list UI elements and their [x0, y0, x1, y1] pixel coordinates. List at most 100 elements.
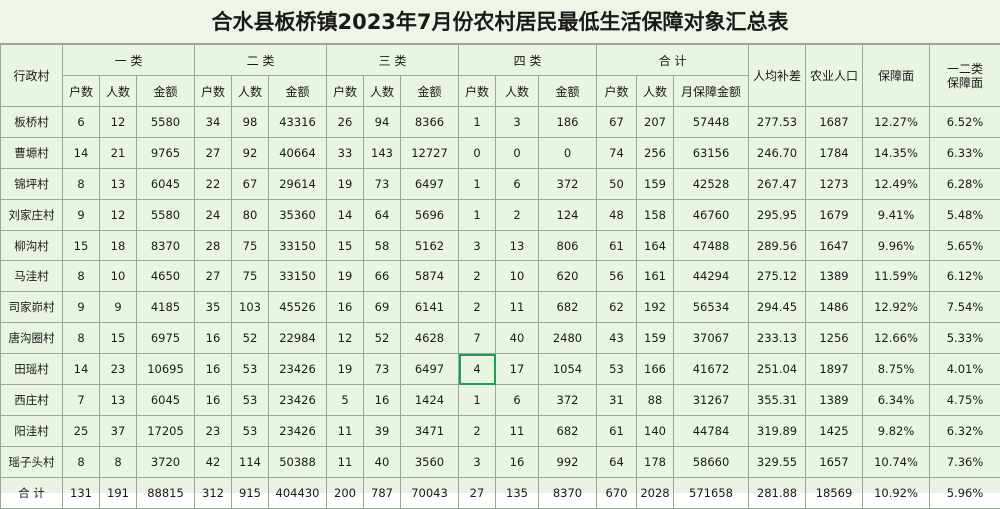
- table-cell[interactable]: 16: [327, 292, 364, 323]
- table-cell[interactable]: 5580: [137, 199, 195, 230]
- table-cell[interactable]: 12.92%: [863, 292, 930, 323]
- table-cell[interactable]: 114: [232, 446, 269, 477]
- table-cell[interactable]: 57448: [674, 107, 749, 138]
- table-cell[interactable]: 267.47: [749, 168, 806, 199]
- table-cell[interactable]: 329.55: [749, 446, 806, 477]
- table-cell[interactable]: 289.56: [749, 230, 806, 261]
- table-cell[interactable]: 56: [597, 261, 637, 292]
- table-cell[interactable]: 4650: [137, 261, 195, 292]
- table-cell[interactable]: 1784: [806, 137, 863, 168]
- table-cell[interactable]: 12: [327, 323, 364, 354]
- table-cell[interactable]: 92: [232, 137, 269, 168]
- table-cell[interactable]: 3: [496, 107, 539, 138]
- table-cell[interactable]: 207: [637, 107, 674, 138]
- table-cell[interactable]: 6045: [137, 168, 195, 199]
- sub-total-households[interactable]: 户数: [597, 76, 637, 107]
- table-cell[interactable]: 186: [539, 107, 597, 138]
- sub-people[interactable]: 人数: [100, 76, 137, 107]
- table-cell[interactable]: 29614: [269, 168, 327, 199]
- table-cell[interactable]: 18: [100, 230, 137, 261]
- table-cell[interactable]: 5.65%: [930, 230, 1000, 261]
- table-cell[interactable]: 6: [496, 385, 539, 416]
- table-cell[interactable]: 256: [637, 137, 674, 168]
- table-cell[interactable]: 166: [637, 354, 674, 385]
- table-cell[interactable]: 73: [364, 168, 401, 199]
- table-cell[interactable]: 9: [63, 292, 100, 323]
- table-cell[interactable]: 682: [539, 292, 597, 323]
- table-cell[interactable]: 16: [496, 446, 539, 477]
- table-cell[interactable]: 2: [459, 415, 496, 446]
- table-cell[interactable]: 8: [63, 446, 100, 477]
- table-cell[interactable]: 10695: [137, 354, 195, 385]
- table-cell[interactable]: 164: [637, 230, 674, 261]
- table-cell[interactable]: 64: [597, 446, 637, 477]
- table-cell[interactable]: 4.75%: [930, 385, 1000, 416]
- header-group-2[interactable]: 二 类: [195, 45, 327, 76]
- table-cell[interactable]: 9.82%: [863, 415, 930, 446]
- table-cell[interactable]: 43: [597, 323, 637, 354]
- village-cell[interactable]: 唐沟圈村: [1, 323, 63, 354]
- table-cell[interactable]: 10: [100, 261, 137, 292]
- table-cell[interactable]: 0: [496, 137, 539, 168]
- table-cell[interactable]: 1679: [806, 199, 863, 230]
- table-cell[interactable]: 161: [637, 261, 674, 292]
- table-cell[interactable]: 7: [63, 385, 100, 416]
- table-cell[interactable]: 67: [597, 107, 637, 138]
- header-total[interactable]: 合 计: [597, 45, 749, 76]
- table-cell[interactable]: 178: [637, 446, 674, 477]
- table-cell[interactable]: 1: [459, 168, 496, 199]
- table-cell[interactable]: 6975: [137, 323, 195, 354]
- table-cell[interactable]: 31: [597, 385, 637, 416]
- sub-total-monthly-amount[interactable]: 月保障金额: [674, 76, 749, 107]
- village-cell[interactable]: 瑶子头村: [1, 446, 63, 477]
- table-cell[interactable]: 12727: [401, 137, 459, 168]
- sub-people[interactable]: 人数: [496, 76, 539, 107]
- table-cell[interactable]: 40664: [269, 137, 327, 168]
- table-cell[interactable]: 58: [364, 230, 401, 261]
- table-cell[interactable]: 5.33%: [930, 323, 1000, 354]
- table-cell[interactable]: 44294: [674, 261, 749, 292]
- table-cell[interactable]: 6.34%: [863, 385, 930, 416]
- table-cell[interactable]: 4: [459, 354, 496, 385]
- table-cell[interactable]: 8: [63, 168, 100, 199]
- table-cell[interactable]: 9: [100, 292, 137, 323]
- header-group-4[interactable]: 四 类: [459, 45, 597, 76]
- table-cell[interactable]: 50388: [269, 446, 327, 477]
- table-cell[interactable]: 43316: [269, 107, 327, 138]
- table-cell[interactable]: 24: [195, 199, 232, 230]
- table-cell[interactable]: 23426: [269, 385, 327, 416]
- table-cell[interactable]: 11: [327, 446, 364, 477]
- table-cell[interactable]: 19: [327, 261, 364, 292]
- table-cell[interactable]: 16: [195, 354, 232, 385]
- sub-amount[interactable]: 金额: [539, 76, 597, 107]
- table-cell[interactable]: 15: [327, 230, 364, 261]
- table-cell[interactable]: 23426: [269, 354, 327, 385]
- table-cell[interactable]: 6045: [137, 385, 195, 416]
- table-cell[interactable]: 44784: [674, 415, 749, 446]
- table-cell[interactable]: 13: [100, 385, 137, 416]
- village-cell[interactable]: 阳洼村: [1, 415, 63, 446]
- table-cell[interactable]: 372: [539, 168, 597, 199]
- sub-households[interactable]: 户数: [459, 76, 496, 107]
- table-cell[interactable]: 33150: [269, 230, 327, 261]
- table-cell[interactable]: 5874: [401, 261, 459, 292]
- table-cell[interactable]: 4628: [401, 323, 459, 354]
- village-cell[interactable]: 板桥村: [1, 107, 63, 138]
- table-cell[interactable]: 15: [100, 323, 137, 354]
- table-cell[interactable]: 15: [63, 230, 100, 261]
- table-cell[interactable]: 26: [327, 107, 364, 138]
- table-cell[interactable]: 1: [459, 385, 496, 416]
- table-cell[interactable]: 46760: [674, 199, 749, 230]
- table-cell[interactable]: 53: [232, 354, 269, 385]
- table-cell[interactable]: 45526: [269, 292, 327, 323]
- table-cell[interactable]: 33: [327, 137, 364, 168]
- table-cell[interactable]: 6141: [401, 292, 459, 323]
- table-cell[interactable]: 28: [195, 230, 232, 261]
- table-cell[interactable]: 1647: [806, 230, 863, 261]
- table-cell[interactable]: 42: [195, 446, 232, 477]
- table-cell[interactable]: 53: [232, 415, 269, 446]
- table-cell[interactable]: 1256: [806, 323, 863, 354]
- sub-people[interactable]: 人数: [364, 76, 401, 107]
- table-cell[interactable]: 80: [232, 199, 269, 230]
- table-cell[interactable]: 9: [63, 199, 100, 230]
